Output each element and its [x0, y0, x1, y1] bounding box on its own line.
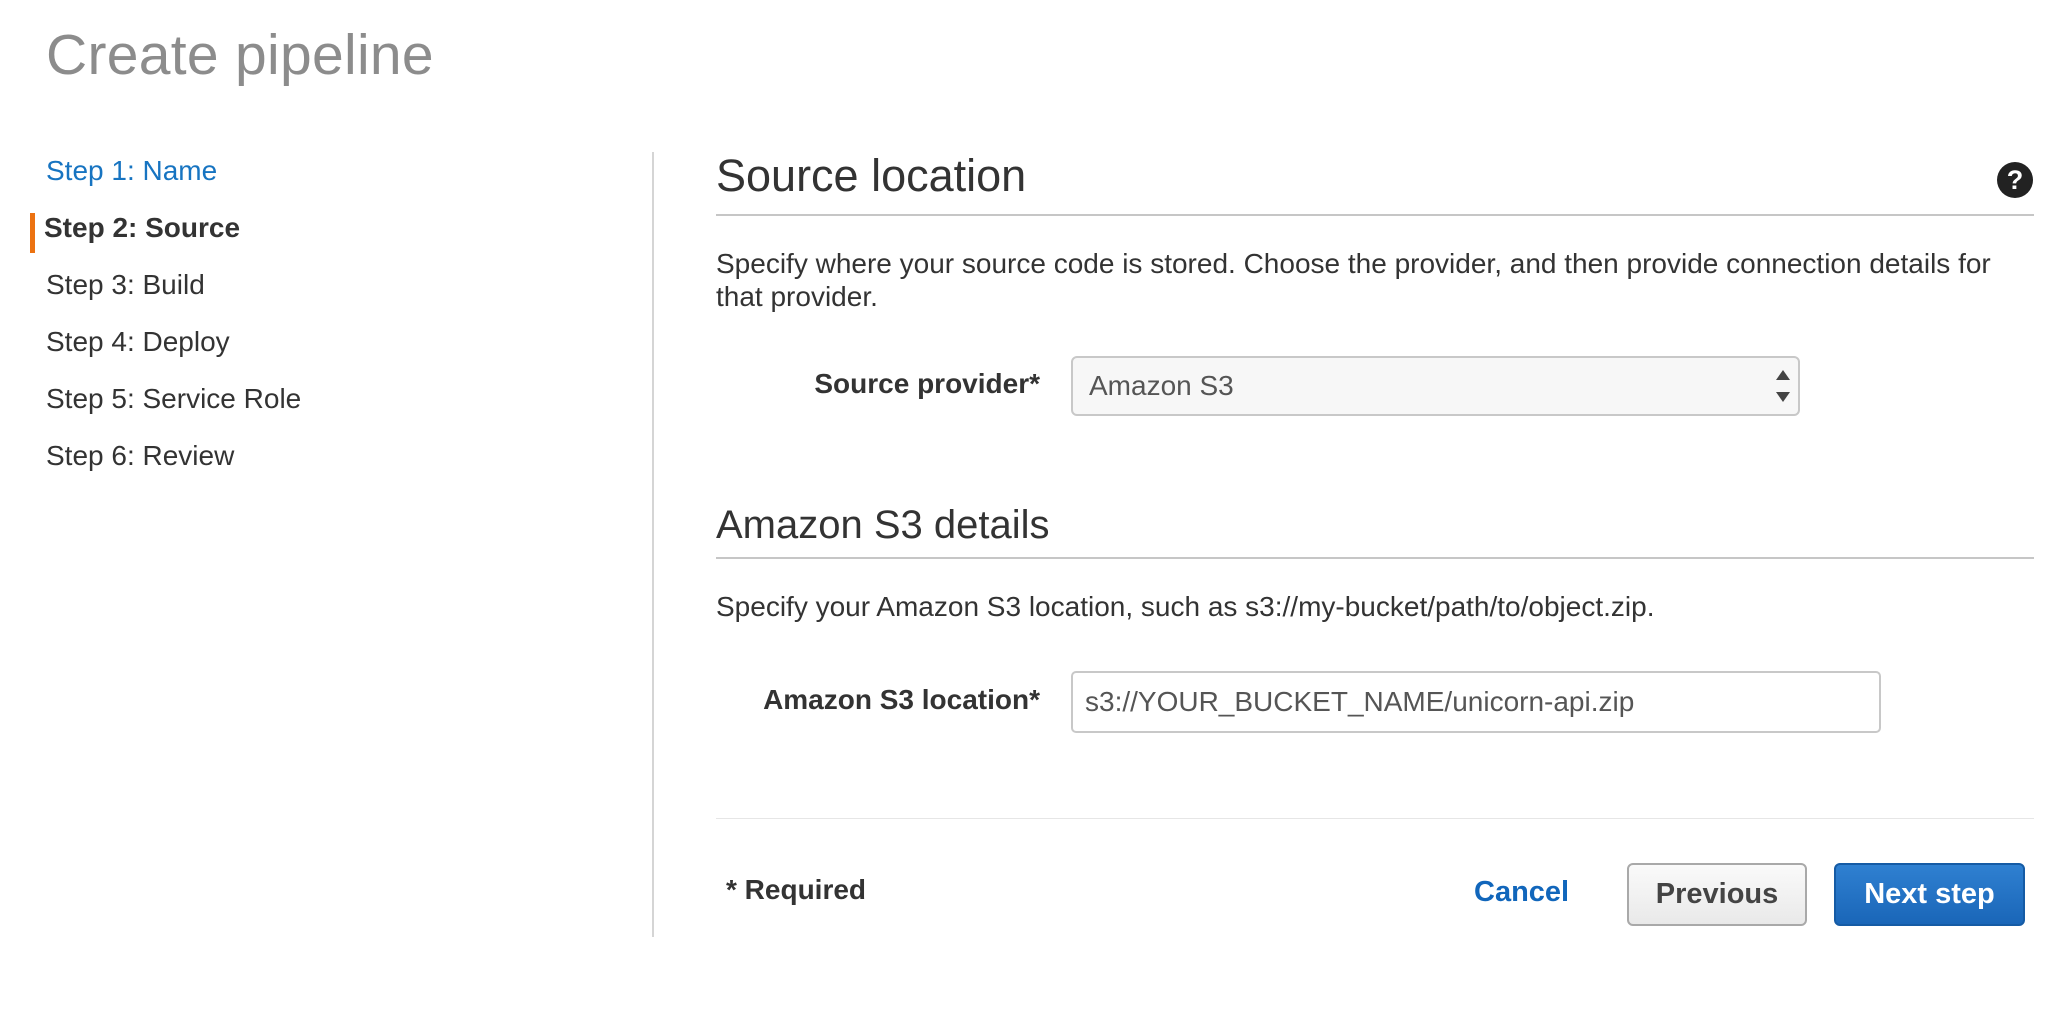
source-description: Specify where your source code is stored…: [716, 248, 1991, 312]
select-arrows-icon: [1776, 370, 1790, 402]
source-provider-select[interactable]: Amazon S3: [1071, 356, 1800, 416]
sidebar-divider: [652, 152, 654, 937]
required-note: * Required: [726, 874, 867, 905]
s3-details-title: Amazon S3 details: [716, 503, 1050, 547]
next-step-button[interactable]: Next step: [1834, 863, 2025, 926]
step-navigation: Step 1: Name Step 2: Source Step 3: Buil…: [0, 148, 640, 490]
s3-location-label: Amazon S3 location*: [763, 684, 1040, 715]
step-deploy: Step 4: Deploy: [46, 326, 230, 357]
s3-location-input[interactable]: [1071, 671, 1881, 733]
s3-description: Specify your Amazon S3 location, such as…: [716, 591, 1655, 622]
help-icon[interactable]: ?: [1997, 162, 2033, 198]
page-title: Create pipeline: [46, 23, 434, 87]
previous-button[interactable]: Previous: [1627, 863, 1807, 926]
source-provider-value: Amazon S3: [1089, 370, 1234, 401]
source-provider-label: Source provider*: [814, 368, 1040, 399]
step-source: Step 2: Source: [0, 205, 640, 262]
step-name[interactable]: Step 1: Name: [0, 148, 640, 205]
step-build: Step 3: Build: [46, 269, 205, 300]
cancel-button[interactable]: Cancel: [1474, 876, 1569, 909]
create-pipeline-page: Create pipeline Step 1: Name Step 2: Sou…: [0, 0, 2060, 1012]
source-location-title: Source location: [716, 150, 1027, 201]
section-divider: [716, 214, 2034, 216]
step-service-role: Step 5: Service Role: [46, 383, 302, 414]
section-divider: [716, 557, 2034, 559]
footer-divider: [716, 818, 2034, 819]
step-review: Step 6: Review: [46, 440, 235, 471]
